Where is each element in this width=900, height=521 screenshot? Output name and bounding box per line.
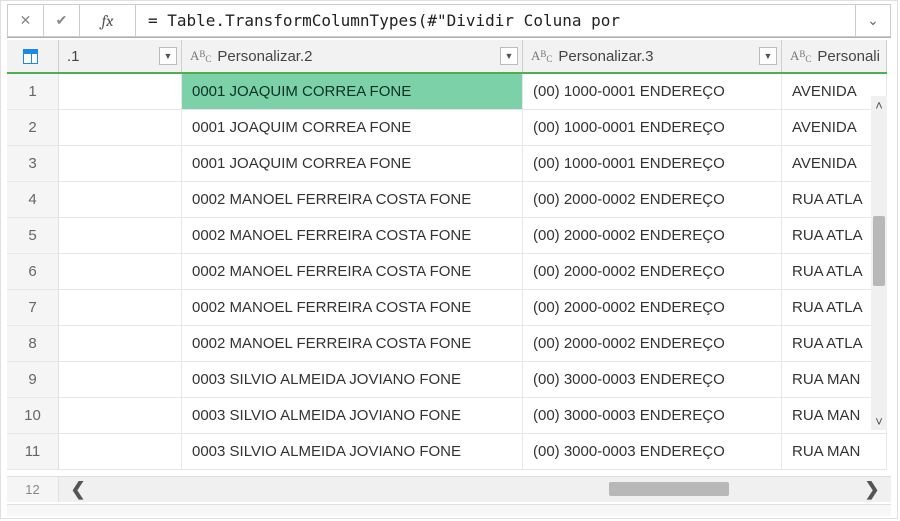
table-row[interactable]: 8 0002 MANOEL FERREIRA COSTA FONE(00) 200… <box>7 326 887 362</box>
cell-c2[interactable]: 0003 SILVIO ALMEIDA JOVIANO FONE <box>182 362 523 397</box>
x-icon: ✕ <box>20 12 32 29</box>
table-icon <box>23 49 38 64</box>
cell-c3[interactable]: (00) 2000-0002 ENDEREÇO <box>523 218 782 253</box>
row-number[interactable]: 8 <box>7 326 59 361</box>
fx-label: fx <box>79 4 135 37</box>
confirm-button[interactable]: ✔ <box>43 4 79 37</box>
table-row[interactable]: 1 0001 JOAQUIM CORREA FONE(00) 1000-0001 … <box>7 74 887 110</box>
chevron-left-icon: ❮ <box>70 479 85 500</box>
table-row[interactable]: 10 0003 SILVIO ALMEIDA JOVIANO FONE(00) 3… <box>7 398 887 434</box>
filter-button[interactable]: ▼ <box>159 47 177 65</box>
column-header-c2[interactable]: ABC Personalizar.2 ▼ <box>182 40 523 72</box>
row-number[interactable]: 9 <box>7 362 59 397</box>
row-number[interactable]: 11 <box>7 434 59 469</box>
cell-c3[interactable]: (00) 2000-0002 ENDEREÇO <box>523 254 782 289</box>
column-header-c3[interactable]: ABC Personalizar.3 ▼ <box>523 40 782 72</box>
row-number[interactable]: 10 <box>7 398 59 433</box>
table-row[interactable]: 6 0002 MANOEL FERREIRA COSTA FONE(00) 200… <box>7 254 887 290</box>
cell-c2[interactable]: 0001 JOAQUIM CORREA FONE <box>182 146 523 181</box>
row-number[interactable]: 7 <box>7 290 59 325</box>
table-row[interactable]: 9 0003 SILVIO ALMEIDA JOVIANO FONE(00) 30… <box>7 362 887 398</box>
filter-button[interactable]: ▼ <box>500 47 518 65</box>
cell-c4[interactable]: RUA MAN <box>782 434 887 469</box>
cell-c1[interactable] <box>59 254 182 289</box>
cell-c1[interactable] <box>59 146 182 181</box>
cell-c2[interactable]: 0002 MANOEL FERREIRA COSTA FONE <box>182 254 523 289</box>
row-number[interactable]: 6 <box>7 254 59 289</box>
formula-text: = Table.TransformColumnTypes(#"Dividir C… <box>148 11 620 30</box>
horizontal-scrollbar[interactable]: ❮ ❯ <box>59 477 891 502</box>
column-header-c4[interactable]: ABC Personali <box>782 40 887 72</box>
text-type-icon: ABC <box>531 48 552 64</box>
column-label: .1 <box>67 48 80 65</box>
cell-c3[interactable]: (00) 1000-0001 ENDEREÇO <box>523 74 782 109</box>
row-number[interactable]: 3 <box>7 146 59 181</box>
cell-c3[interactable]: (00) 2000-0002 ENDEREÇO <box>523 290 782 325</box>
column-header-c1[interactable]: .1 ▼ <box>59 40 182 72</box>
table-row[interactable]: 5 0002 MANOEL FERREIRA COSTA FONE(00) 200… <box>7 218 887 254</box>
cell-c2[interactable]: 0002 MANOEL FERREIRA COSTA FONE <box>182 218 523 253</box>
vertical-scrollbar[interactable]: ˄ ˅ <box>871 96 887 430</box>
row-number[interactable]: 4 <box>7 182 59 217</box>
cell-c3[interactable]: (00) 2000-0002 ENDEREÇO <box>523 326 782 361</box>
cell-c1[interactable] <box>59 74 182 109</box>
column-label: Personalizar.2 <box>217 48 312 65</box>
cell-c3[interactable]: (00) 3000-0003 ENDEREÇO <box>523 398 782 433</box>
table-row[interactable]: 3 0001 JOAQUIM CORREA FONE(00) 1000-0001 … <box>7 146 887 182</box>
scroll-thumb[interactable] <box>873 216 885 286</box>
status-bar <box>7 504 891 516</box>
chevron-right-icon: ❯ <box>864 479 879 500</box>
chevron-down-icon: ⌄ <box>867 12 879 29</box>
cell-c2[interactable]: 0001 JOAQUIM CORREA FONE <box>182 74 523 109</box>
table-row[interactable]: 11 0003 SILVIO ALMEIDA JOVIANO FONE(00) 3… <box>7 434 887 470</box>
chevron-down-icon: ˅ <box>875 414 883 429</box>
cell-c3[interactable]: (00) 2000-0002 ENDEREÇO <box>523 182 782 217</box>
cell-c1[interactable] <box>59 218 182 253</box>
column-label: Personali <box>817 48 880 65</box>
select-all-header[interactable] <box>7 40 59 72</box>
column-header-row: .1 ▼ ABC Personalizar.2 ▼ ABC Personaliz… <box>7 40 887 74</box>
cell-c3[interactable]: (00) 3000-0003 ENDEREÇO <box>523 434 782 469</box>
row-number[interactable]: 2 <box>7 110 59 145</box>
cell-c3[interactable]: (00) 1000-0001 ENDEREÇO <box>523 146 782 181</box>
formula-input[interactable]: = Table.TransformColumnTypes(#"Dividir C… <box>135 4 855 37</box>
cell-c3[interactable]: (00) 3000-0003 ENDEREÇO <box>523 362 782 397</box>
text-type-icon: ABC <box>190 48 211 64</box>
check-icon: ✔ <box>56 12 68 29</box>
cell-c1[interactable] <box>59 110 182 145</box>
cell-c2[interactable]: 0002 MANOEL FERREIRA COSTA FONE <box>182 326 523 361</box>
cell-c2[interactable]: 0001 JOAQUIM CORREA FONE <box>182 110 523 145</box>
table-row[interactable]: 4 0002 MANOEL FERREIRA COSTA FONE(00) 200… <box>7 182 887 218</box>
formula-bar: ✕ ✔ fx = Table.TransformColumnTypes(#"Di… <box>7 4 891 38</box>
cell-c2[interactable]: 0002 MANOEL FERREIRA COSTA FONE <box>182 182 523 217</box>
cell-c1[interactable] <box>59 326 182 361</box>
text-type-icon: ABC <box>790 48 811 64</box>
table-row[interactable]: 7 0002 MANOEL FERREIRA COSTA FONE(00) 200… <box>7 290 887 326</box>
hscroll-thumb[interactable] <box>609 482 729 496</box>
partial-row-number: 12 <box>7 477 59 502</box>
scroll-left-button[interactable]: ❮ <box>65 477 91 502</box>
data-grid: .1 ▼ ABC Personalizar.2 ▼ ABC Personaliz… <box>7 40 891 472</box>
row-number[interactable]: 5 <box>7 218 59 253</box>
table-row[interactable]: 2 0001 JOAQUIM CORREA FONE(00) 1000-0001 … <box>7 110 887 146</box>
chevron-up-icon: ˄ <box>875 98 883 113</box>
cell-c1[interactable] <box>59 434 182 469</box>
horizontal-scrollbar-area: 12 ❮ ❯ <box>7 476 891 502</box>
cell-c1[interactable] <box>59 290 182 325</box>
scroll-down-button[interactable]: ˅ <box>871 412 887 430</box>
cancel-button[interactable]: ✕ <box>7 4 43 37</box>
cell-c2[interactable]: 0003 SILVIO ALMEIDA JOVIANO FONE <box>182 398 523 433</box>
cell-c3[interactable]: (00) 1000-0001 ENDEREÇO <box>523 110 782 145</box>
cell-c1[interactable] <box>59 362 182 397</box>
cell-c1[interactable] <box>59 398 182 433</box>
scroll-right-button[interactable]: ❯ <box>859 477 885 502</box>
cell-c2[interactable]: 0003 SILVIO ALMEIDA JOVIANO FONE <box>182 434 523 469</box>
filter-button[interactable]: ▼ <box>759 47 777 65</box>
cell-c2[interactable]: 0002 MANOEL FERREIRA COSTA FONE <box>182 290 523 325</box>
scroll-up-button[interactable]: ˄ <box>871 96 887 114</box>
row-number[interactable]: 1 <box>7 74 59 109</box>
expand-formula-button[interactable]: ⌄ <box>855 4 891 37</box>
cell-c1[interactable] <box>59 182 182 217</box>
column-label: Personalizar.3 <box>558 48 653 65</box>
